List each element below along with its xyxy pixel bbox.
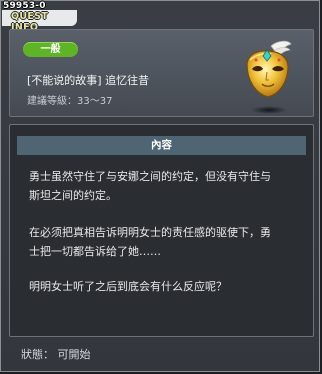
quest-name: [不能说的故事] 追忆往昔 — [27, 74, 150, 87]
quest-description-panel: 內容 勇士虽然守住了与安娜之间的约定，但没有守住与 斯坦之间的约定。 在必须把真… — [9, 124, 314, 337]
description-line: 在必须把真相告诉明明女士的责任感的驱使下，勇 — [29, 226, 271, 239]
content-section-header: 內容 — [17, 136, 306, 155]
description-line: 士把一切都告诉给了她…… — [29, 245, 161, 258]
description-paragraph: 在必须把真相告诉明明女士的责任感的驱使下，勇 士把一切都告诉给了她…… — [29, 223, 311, 261]
title-bar[interactable]: QUEST INFO — [2, 10, 77, 33]
description-line: 明明女士听了之后到底会有什么反应呢？ — [29, 280, 227, 293]
description-paragraph: 明明女士听了之后到底会有什么反应呢？ — [29, 277, 311, 296]
description-paragraph: 勇士虽然守住了与安娜之间的约定，但没有守住与 斯坦之间的约定。 — [29, 167, 311, 205]
quest-summary-panel: 一般 [不能说的故事] 追忆往昔 建議等級：33～37 — [9, 29, 314, 117]
quest-status: 狀態： 可開始 — [21, 348, 91, 361]
golden-mask-icon — [246, 40, 292, 114]
quest-level-range: 建議等級：33～37 — [27, 96, 113, 107]
quest-info-window: 59953-0 QUEST INFO 一般 [不能说的故事] 追忆往昔 建議等級… — [0, 0, 320, 372]
description-line: 勇士虽然守住了与安娜之间的约定，但没有守住与 — [29, 170, 271, 183]
description-line: 斯坦之间的约定。 — [29, 189, 117, 202]
category-badge: 一般 — [23, 42, 78, 57]
